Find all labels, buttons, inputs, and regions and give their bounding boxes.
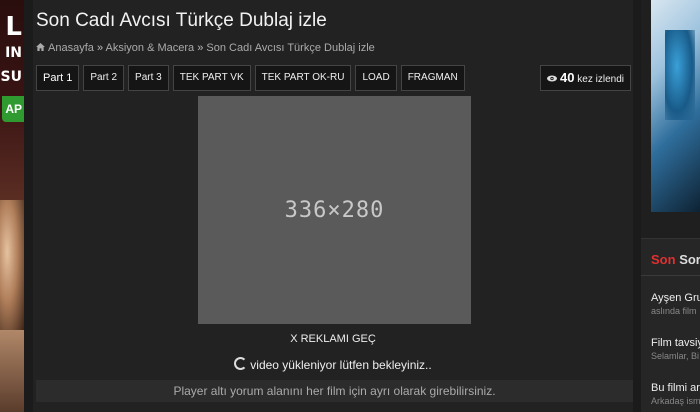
breadcrumb-category[interactable]: Aksiyon & Macera xyxy=(106,42,195,54)
list-item[interactable]: Film tavsiy Selamlar, Bi xyxy=(651,337,700,361)
recent-questions-panel: Son Sor Ayşen Gru aslında film Film tavs… xyxy=(641,238,700,412)
list-item-title[interactable]: Film tavsiy xyxy=(651,337,700,349)
list-item[interactable]: Ayşen Gru aslında film xyxy=(651,292,700,316)
breadcrumb-current: Son Cadı Avcısı Türkçe Dublaj izle xyxy=(206,42,375,54)
part-tabs: Part 1 Part 2 Part 3 TEK PART VK TEK PAR… xyxy=(36,65,469,91)
main-content: Son Cadı Avcısı Türkçe Dublaj izle Anasa… xyxy=(33,0,633,412)
view-count: 40 xyxy=(560,70,575,85)
divider xyxy=(641,275,700,276)
breadcrumb-separator: » xyxy=(197,42,204,54)
tab-tek-part-vk[interactable]: TEK PART VK xyxy=(172,65,251,91)
breadcrumb-separator: » xyxy=(96,42,104,54)
skip-ad-link[interactable]: X REKLAMI GEÇ xyxy=(33,333,633,345)
list-item-snippet: Arkadaş ism xyxy=(651,396,700,406)
ad-text: IN xyxy=(5,45,22,61)
loading-text: video yükleniyor lütfen bekleyiniz.. xyxy=(250,358,432,372)
breadcrumb-home[interactable]: Anasayfa xyxy=(48,42,94,54)
panel-title-rest: Sor xyxy=(679,252,700,267)
tab-part-2[interactable]: Part 2 xyxy=(83,65,125,91)
poster-figure xyxy=(665,30,695,120)
list-item-title[interactable]: Bu filmi ar xyxy=(651,382,700,394)
panel-title: Son Sor xyxy=(651,252,700,267)
loading-status: video yükleniyor lütfen bekleyiniz.. xyxy=(33,357,633,372)
tab-part-1[interactable]: Part 1 xyxy=(36,65,80,91)
video-player-placeholder[interactable]: 336×280 xyxy=(198,96,471,324)
list-item[interactable]: Bu filmi ar Arkadaş ism xyxy=(651,382,700,406)
ad-text: SU xyxy=(0,69,22,85)
player-size-label: 336×280 xyxy=(284,197,385,223)
view-count-label: kez izlendi xyxy=(577,74,624,85)
spinner-icon xyxy=(234,357,248,370)
view-count-badge: 40 kez izlendi xyxy=(540,65,631,91)
comment-notice: Player altı yorum alanını her film için … xyxy=(36,380,633,402)
home-icon xyxy=(36,43,45,51)
eye-icon xyxy=(547,75,558,82)
poster-image[interactable] xyxy=(651,0,700,212)
tab-load[interactable]: LOAD xyxy=(355,65,397,91)
tab-part-3[interactable]: Part 3 xyxy=(128,65,169,91)
left-ad-banner[interactable]: L IN SU AP xyxy=(0,0,24,412)
tab-tek-part-ok-ru[interactable]: TEK PART OK-RU xyxy=(254,65,352,91)
list-item-snippet: aslında film xyxy=(651,306,697,316)
list-item-snippet: Selamlar, Bi xyxy=(651,351,700,361)
ad-text: L xyxy=(5,12,22,42)
ad-image xyxy=(0,200,24,330)
page-title: Son Cadı Avcısı Türkçe Dublaj izle xyxy=(36,10,327,31)
ad-button[interactable]: AP xyxy=(2,96,24,122)
breadcrumb: Anasayfa » Aksiyon & Macera » Son Cadı A… xyxy=(36,42,375,54)
list-item-title[interactable]: Ayşen Gru xyxy=(651,292,700,304)
panel-title-highlight: Son xyxy=(651,252,676,267)
tab-fragman[interactable]: FRAGMAN xyxy=(400,65,465,91)
right-sidebar: Son Sor Ayşen Gru aslında film Film tavs… xyxy=(641,0,700,412)
